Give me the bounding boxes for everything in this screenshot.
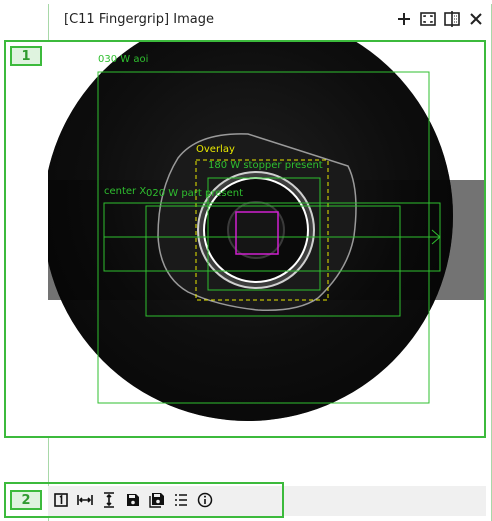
add-icon[interactable] — [395, 10, 413, 28]
close-icon[interactable] — [467, 10, 485, 28]
split-view-icon[interactable] — [443, 10, 461, 28]
title-bar: [C11 Fingergrip] Image — [49, 4, 491, 36]
title-bar-icons — [395, 10, 485, 28]
marker-badge-2: 2 — [10, 490, 42, 510]
marker-number: 2 — [21, 492, 31, 508]
marker-frame-1 — [4, 40, 486, 438]
marker-badge-1: 1 — [10, 46, 42, 66]
fit-frame-icon[interactable] — [419, 10, 437, 28]
panel-title: [C11 Fingergrip] Image — [64, 12, 214, 27]
marker-frame-2 — [4, 482, 284, 518]
marker-number: 1 — [21, 48, 31, 64]
